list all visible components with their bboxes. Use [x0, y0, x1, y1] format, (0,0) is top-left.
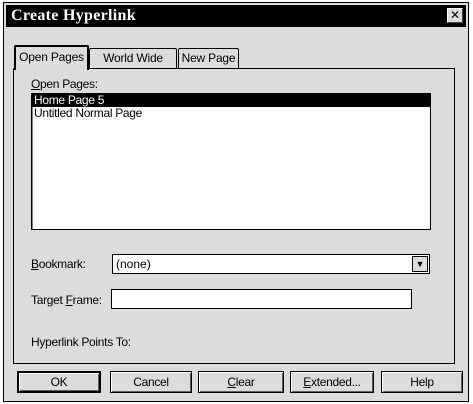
title-bar[interactable]: Create Hyperlink ✕ [6, 5, 466, 27]
close-icon: ✕ [449, 8, 461, 22]
bookmark-value: (none) [116, 257, 151, 271]
cancel-button[interactable]: Cancel [110, 371, 192, 393]
extended-button[interactable]: Extended... [290, 371, 374, 393]
chevron-down-icon: ▼ [415, 259, 425, 269]
clear-button[interactable]: Clear [198, 371, 284, 393]
bookmark-label: Bookmark: [31, 257, 86, 271]
open-pages-label: Open Pages: [31, 77, 98, 91]
hyperlink-points-to-label: Hyperlink Points To: [31, 335, 131, 349]
target-frame-field[interactable] [111, 289, 412, 309]
target-frame-label: Target Frame: [31, 293, 102, 307]
tab-world-wide-web[interactable]: World Wide Web [89, 48, 177, 83]
list-item-untitled-normal-page[interactable]: Untitled Normal Page [32, 107, 430, 120]
tab-new-page[interactable]: New Page [178, 48, 239, 68]
bookmark-dropdown[interactable]: (none) ▼ [112, 254, 430, 274]
open-pages-panel: Open Pages: Home Page 5 Untitled Normal … [13, 68, 455, 364]
tab-open-pages[interactable]: Open Pages [14, 45, 89, 70]
close-button[interactable]: ✕ [447, 8, 463, 23]
ok-button[interactable]: OK [17, 371, 101, 393]
open-pages-list[interactable]: Home Page 5 Untitled Normal Page [31, 93, 431, 230]
dialog-title: Create Hyperlink [11, 7, 136, 24]
help-button[interactable]: Help [381, 371, 463, 393]
dropdown-button[interactable]: ▼ [412, 256, 428, 272]
